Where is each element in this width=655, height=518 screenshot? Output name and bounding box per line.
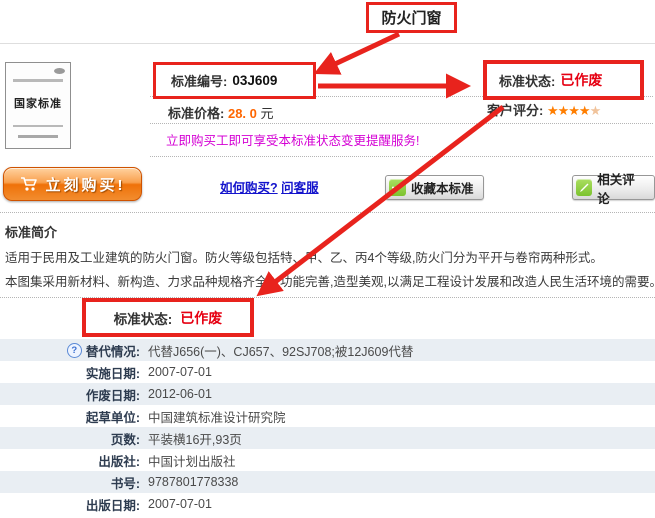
annotation-status-box-2: 标准状态: 已作废: [82, 298, 254, 337]
promo-text: 立即购买工即可享受本标准状态变更提醒服务!: [166, 130, 419, 149]
table-row: 作废日期: 2012-06-01: [0, 383, 655, 405]
row-value: 中国建筑标准设计研究院: [140, 407, 286, 426]
comments-label: 相关评论: [597, 169, 645, 207]
annotation-title-label: 防火门窗: [381, 7, 441, 28]
price-value: 28. 0: [228, 106, 257, 121]
row-label: 出版日期:: [0, 495, 140, 514]
table-row: 出版日期: 2007-07-01: [0, 493, 655, 515]
standard-cover-image: 国家标准: [5, 62, 71, 149]
row-label: 起草单位:: [0, 407, 140, 426]
cover-decor: [13, 79, 63, 82]
arrow-to-code: [320, 34, 399, 71]
status2-value: 已作废: [180, 308, 222, 328]
table-row: 起草单位: 中国建筑标准设计研究院: [0, 405, 655, 427]
status-label: 标准状态:: [499, 71, 555, 90]
row-value: 2007-07-01: [140, 497, 212, 511]
price-unit: 元: [261, 106, 274, 121]
cover-emblem-icon: [54, 68, 65, 74]
favorite-check-icon: [389, 179, 406, 196]
pencil-icon: [576, 179, 592, 196]
cover-decor: [13, 125, 63, 127]
intro-paragraph: 本图集采用新材料、新构造、力求品种规格齐全、功能完善,造型美观,以满足工程设计发…: [5, 271, 655, 290]
ask-service-link[interactable]: 问客服: [281, 181, 319, 195]
status-value: 已作废: [560, 70, 602, 90]
price-row: 标准价格: 28. 0 元: [168, 103, 274, 122]
cover-decor: [18, 135, 58, 138]
row-label: 出版社:: [0, 451, 140, 470]
related-comments-button[interactable]: 相关评论: [572, 175, 655, 200]
row-value: 代替J656(一)、CJ657、92SJ708;被12J609代替: [140, 341, 413, 360]
code-value: 03J609: [232, 73, 277, 88]
help-icon[interactable]: ?: [67, 343, 82, 358]
product-page: 防火门窗 国家标准 标准编号: 03J609 标准价格: 28. 0 元 立即购…: [0, 0, 655, 518]
row-value: 中国计划出版社: [140, 451, 236, 470]
star-icons: ★★★★: [547, 103, 590, 118]
row-value: 平装横16开,93页: [140, 429, 242, 448]
table-row: 实施日期: 2007-07-01: [0, 361, 655, 383]
intro-heading: 标准简介: [5, 222, 57, 241]
details-table: ? 替代情况: 代替J656(一)、CJ657、92SJ708;被12J609代替…: [0, 339, 655, 515]
intro-paragraph: 适用于民用及工业建筑的防火门窗。防火等级包括特、甲、乙、丙4个等级,防火门分为平…: [5, 247, 603, 266]
help-links: 如何购买? 问客服: [220, 177, 319, 196]
table-row: 书号: 9787801778338: [0, 471, 655, 493]
row-label: 作废日期:: [0, 385, 140, 404]
star-half-icon: ★: [590, 103, 601, 118]
how-to-buy-link[interactable]: 如何购买?: [220, 181, 278, 195]
cart-icon: [20, 176, 38, 192]
divider: [150, 123, 653, 124]
row-label: 书号:: [0, 473, 140, 492]
rating-label: 客户评分:: [487, 103, 543, 118]
favorite-standard-button[interactable]: 收藏本标准: [385, 175, 484, 200]
buy-now-button[interactable]: 立刻购买!: [3, 167, 142, 201]
price-label: 标准价格:: [168, 106, 224, 121]
row-value: 2012-06-01: [140, 387, 212, 401]
table-row: 页数: 平装横16开,93页: [0, 427, 655, 449]
row-label: 页数:: [0, 429, 140, 448]
divider: [150, 156, 653, 157]
status2-label: 标准状态:: [114, 308, 173, 328]
divider: [0, 212, 655, 213]
annotation-code-box: 标准编号: 03J609: [153, 62, 316, 99]
row-value: 9787801778338: [140, 475, 238, 489]
row-value: 2007-07-01: [140, 365, 212, 379]
rating-row: 客户评分: ★★★★★: [487, 100, 600, 119]
header-divider: [0, 43, 655, 44]
annotation-status-box: 标准状态: 已作废: [483, 60, 644, 100]
buy-now-label: 立刻购买!: [46, 174, 126, 195]
row-label: 替代情况:: [86, 341, 140, 360]
row-label: 实施日期:: [0, 363, 140, 382]
favorite-label: 收藏本标准: [411, 178, 474, 197]
cover-title: 国家标准: [6, 95, 70, 111]
table-row: 出版社: 中国计划出版社: [0, 449, 655, 471]
annotation-title-box: 防火门窗: [366, 2, 457, 33]
table-row: ? 替代情况: 代替J656(一)、CJ657、92SJ708;被12J609代替: [0, 339, 655, 361]
code-label: 标准编号:: [171, 71, 227, 90]
